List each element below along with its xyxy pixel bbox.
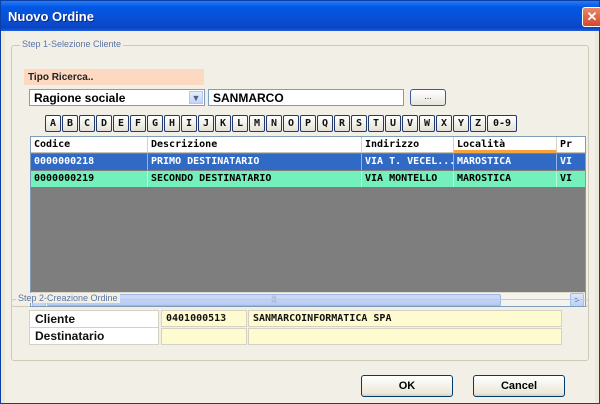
letter-button-b[interactable]: B: [62, 115, 78, 132]
cell-codice: 0000000218: [31, 154, 148, 170]
column-header-localita[interactable]: Località: [454, 137, 557, 153]
step1-legend: Step 1-Selezione Cliente: [20, 39, 124, 49]
grid-header: Codice Descrizione Indirizzo Località Pr: [31, 137, 585, 153]
letter-button-l[interactable]: L: [232, 115, 248, 132]
chevron-down-icon[interactable]: ▼: [189, 91, 203, 104]
letter-button-d[interactable]: D: [96, 115, 112, 132]
letter-button-i[interactable]: I: [181, 115, 197, 132]
column-header-descrizione[interactable]: Descrizione: [148, 137, 362, 153]
letter-button-k[interactable]: K: [215, 115, 231, 132]
letter-button-a[interactable]: A: [45, 115, 61, 132]
letter-button-f[interactable]: F: [130, 115, 146, 132]
letter-button-o[interactable]: O: [283, 115, 299, 132]
letter-button-m[interactable]: M: [249, 115, 265, 132]
cell-pr: VI: [557, 171, 585, 187]
destinatario-label: Destinatario: [29, 327, 159, 345]
letter-button-z[interactable]: Z: [470, 115, 486, 132]
letter-button-n[interactable]: N: [266, 115, 282, 132]
cliente-code-field[interactable]: 0401000513: [161, 310, 247, 327]
column-header-pr[interactable]: Pr: [557, 137, 585, 153]
search-type-select[interactable]: Ragione sociale ▼: [29, 89, 205, 106]
letter-button-q[interactable]: Q: [317, 115, 333, 132]
letter-button-j[interactable]: J: [198, 115, 214, 132]
cancel-button[interactable]: Cancel: [473, 375, 565, 397]
column-header-indirizzo[interactable]: Indirizzo: [362, 137, 454, 153]
letter-button-e[interactable]: E: [113, 115, 129, 132]
cell-localita: MAROSTICA: [454, 171, 557, 187]
letter-button-w[interactable]: W: [419, 115, 435, 132]
search-input[interactable]: SANMARCO: [208, 89, 404, 106]
destinatario-code-field[interactable]: [161, 328, 247, 345]
letter-button-u[interactable]: U: [385, 115, 401, 132]
tipo-ricerca-label: Tipo Ricerca..: [24, 69, 204, 85]
cell-descrizione: SECONDO DESTINATARIO: [148, 171, 362, 187]
window-title: Nuovo Ordine: [8, 9, 94, 24]
letter-button-g[interactable]: G: [147, 115, 163, 132]
client-grid[interactable]: Codice Descrizione Indirizzo Località Pr…: [30, 136, 586, 307]
cell-descrizione: PRIMO DESTINATARIO: [148, 154, 362, 170]
cliente-label: Cliente: [29, 310, 159, 328]
dialog-body: Step 1-Selezione Cliente Tipo Ricerca.. …: [5, 31, 595, 403]
table-row[interactable]: 0000000218 PRIMO DESTINATARIO VIA T. VEC…: [31, 154, 585, 170]
cell-indirizzo: VIA MONTELLO: [362, 171, 454, 187]
cell-localita: MAROSTICA: [454, 154, 557, 170]
search-type-value: Ragione sociale: [34, 91, 126, 105]
letter-button-y[interactable]: Y: [453, 115, 469, 132]
letter-button-c[interactable]: C: [79, 115, 95, 132]
ok-button[interactable]: OK: [361, 375, 453, 397]
letter-button-digits[interactable]: 0-9: [487, 115, 517, 132]
letter-button-r[interactable]: R: [334, 115, 350, 132]
destinatario-name-field[interactable]: [248, 328, 562, 345]
step2-legend: Step 2-Creazione Ordine: [16, 293, 120, 303]
letter-filter-bar: A B C D E F G H I J K L M N O P Q R S T …: [45, 115, 517, 133]
table-row[interactable]: 0000000219 SECONDO DESTINATARIO VIA MONT…: [31, 171, 585, 187]
letter-button-t[interactable]: T: [368, 115, 384, 132]
cell-indirizzo: VIA T. VECEL...: [362, 154, 454, 170]
browse-button[interactable]: ...: [410, 89, 446, 106]
letter-button-x[interactable]: X: [436, 115, 452, 132]
title-bar[interactable]: Nuovo Ordine ✕: [1, 1, 600, 31]
letter-button-v[interactable]: V: [402, 115, 418, 132]
letter-button-h[interactable]: H: [164, 115, 180, 132]
close-button[interactable]: ✕: [582, 7, 600, 27]
cliente-name-field[interactable]: SANMARCOINFORMATICA SPA: [248, 310, 562, 327]
column-header-codice[interactable]: Codice: [31, 137, 148, 153]
close-icon: ✕: [586, 9, 598, 24]
cell-codice: 0000000219: [31, 171, 148, 187]
letter-button-p[interactable]: P: [300, 115, 316, 132]
letter-button-s[interactable]: S: [351, 115, 367, 132]
nuovo-ordine-window: Nuovo Ordine ✕ Step 1-Selezione Cliente …: [0, 0, 600, 404]
cell-pr: VI: [557, 154, 585, 170]
